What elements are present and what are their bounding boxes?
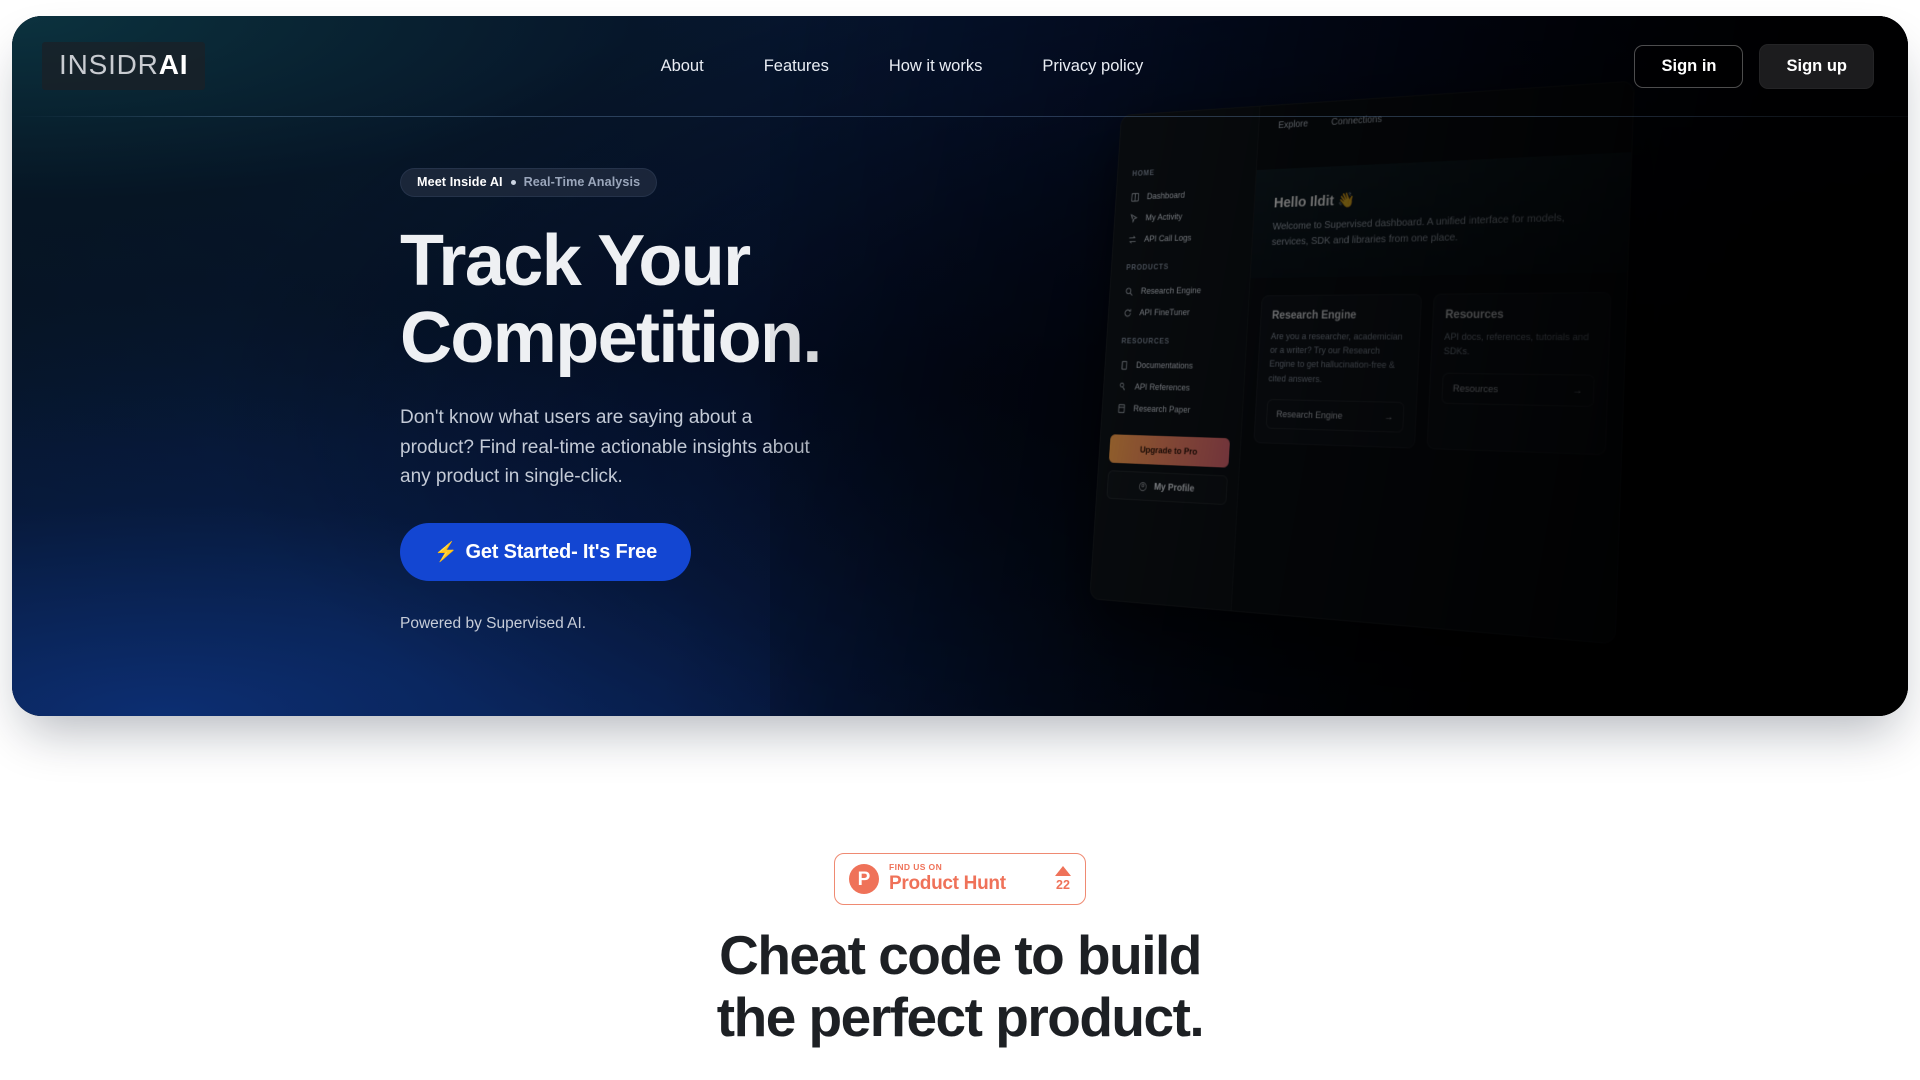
bullet-dot-icon (510, 179, 516, 185)
search-icon (1124, 286, 1134, 296)
nav-link-about[interactable]: About (661, 57, 704, 76)
grid-icon (1130, 192, 1139, 202)
mockup-sidebar: HOME Dashboard My Activity API Call Logs… (1090, 106, 1261, 611)
sidebar-item-label: My Activity (1145, 211, 1183, 224)
transfer-icon (1128, 235, 1137, 245)
sidebar-item-label: Dashboard (1146, 190, 1186, 202)
hero-title-line1: Track Your (400, 221, 751, 301)
mockup-card-title: Resources (1445, 308, 1504, 321)
book-icon (1120, 360, 1130, 370)
nav-link-features[interactable]: Features (764, 57, 829, 76)
product-hunt-name: Product Hunt (889, 872, 1006, 894)
sign-up-button[interactable]: Sign up (1759, 43, 1874, 89)
product-hunt-logo-icon: P (849, 864, 879, 894)
section-heading-line1: Cheat code to build (719, 924, 1202, 986)
refresh-icon (1123, 308, 1133, 318)
sidebar-item-api-call-logs[interactable]: API Call Logs (1113, 225, 1253, 250)
get-started-button-label: Get Started- It's Free (465, 540, 657, 563)
hero-content: Meet Inside AI Real-Time Analysis Track … (400, 168, 1040, 633)
arrow-right-icon: → (1383, 411, 1394, 423)
my-profile-label: My Profile (1153, 481, 1195, 495)
page-title: Track Your Competition. (400, 221, 1040, 379)
sidebar-item-api-finetuner[interactable]: API FineTuner (1108, 301, 1248, 323)
mockup-card-list: Research Engine Are you a researcher, ac… (1241, 272, 1627, 456)
nav-link-how-it-works[interactable]: How it works (889, 57, 983, 76)
powered-by-text: Powered by Supervised AI. (400, 615, 587, 633)
dashboard-mockup: HOME Dashboard My Activity API Call Logs… (1042, 76, 1722, 676)
logo-text-bold: AI (158, 49, 189, 80)
get-started-button[interactable]: ⚡ Get Started- It's Free (400, 523, 691, 582)
mockup-card-body: API docs, references, tutorials and SDKs… (1443, 331, 1590, 357)
mockup-card-title: Research Engine (1271, 308, 1357, 322)
mockup-description: Welcome to Supervised dashboard. A unifi… (1271, 211, 1565, 248)
sign-in-button[interactable]: Sign in (1634, 44, 1744, 88)
upvote-triangle-icon (1055, 866, 1071, 877)
sidebar-group-label-home: HOME (1132, 168, 1155, 178)
arrow-right-icon: → (1572, 384, 1583, 397)
nav-links: About Features How it works Privacy poli… (661, 57, 1144, 76)
tab-explore[interactable]: Explore (1278, 119, 1308, 131)
sidebar-group-label-resources: RESOURCES (1121, 336, 1171, 346)
product-hunt-upvote-count: 22 (1056, 878, 1070, 893)
sidebar-item-research-paper[interactable]: Research Paper (1102, 397, 1243, 423)
hero-section: HOME Dashboard My Activity API Call Logs… (12, 16, 1908, 716)
logo[interactable]: INSIDRAI (42, 42, 206, 90)
hero-title-line2: Competition. (400, 298, 822, 379)
cursor-icon (1129, 213, 1138, 223)
mockup-card-link[interactable]: Resources → (1441, 373, 1595, 408)
hero-badge: Meet Inside AI Real-Time Analysis (400, 168, 658, 197)
sidebar-group-label-products: PRODUCTS (1125, 262, 1170, 272)
sidebar-item-label: API FineTuner (1139, 307, 1190, 319)
sidebar-item-label: Research Paper (1133, 403, 1191, 416)
my-profile-button[interactable]: My Profile (1106, 470, 1228, 506)
sidebar-item-documentations[interactable]: Documentations (1105, 354, 1245, 378)
logo-text-light: INSIDR (59, 49, 159, 80)
user-icon (1138, 481, 1148, 492)
nav-link-privacy-policy[interactable]: Privacy policy (1042, 57, 1143, 76)
sidebar-item-research-engine[interactable]: Research Engine (1110, 279, 1250, 302)
product-hunt-upvote[interactable]: 22 (1047, 866, 1071, 892)
section-heading: Cheat code to build the perfect product. (0, 924, 1920, 1048)
mockup-app-window: HOME Dashboard My Activity API Call Logs… (1089, 80, 1635, 645)
hero-badge-strong: Meet Inside AI (417, 175, 503, 189)
mockup-card-link-label: Resources (1452, 383, 1499, 396)
logo-text: INSIDRAI (59, 51, 188, 79)
product-hunt-badge[interactable]: P FIND US ON Product Hunt 22 (834, 853, 1086, 905)
nav-divider (12, 116, 1908, 117)
mockup-main-panel: Explore Connections Hello Ildit 👋 Welcom… (1231, 81, 1634, 644)
hero-badge-sub: Real-Time Analysis (523, 175, 641, 189)
upgrade-to-pro-button[interactable]: Upgrade to Pro (1108, 434, 1231, 468)
top-navigation-bar: INSIDRAI About Features How it works Pri… (12, 16, 1908, 116)
key-icon (1118, 382, 1128, 393)
sidebar-item-api-references[interactable]: API References (1103, 376, 1244, 401)
mockup-card-link-label: Research Engine (1276, 408, 1343, 422)
file-icon (1117, 403, 1127, 414)
hero-subtitle: Don't know what users are saying about a… (400, 407, 810, 487)
mockup-welcome-banner: Hello Ildit 👋 Welcome to Supervised dash… (1250, 152, 1632, 278)
sidebar-item-label: Documentations (1135, 360, 1194, 372)
sidebar-item-label: API Call Logs (1143, 232, 1192, 245)
mockup-card[interactable]: Research Engine Are you a researcher, ac… (1253, 293, 1423, 449)
nav-actions: Sign in Sign up (1634, 43, 1874, 89)
lightning-bolt-icon: ⚡ (434, 542, 458, 564)
sidebar-item-label: API References (1134, 381, 1191, 394)
product-hunt-eyebrow: FIND US ON (889, 862, 943, 873)
mockup-greeting: Hello Ildit 👋 (1273, 191, 1356, 212)
mockup-card-link[interactable]: Research Engine → (1265, 399, 1405, 433)
product-hunt-text: FIND US ON Product Hunt (889, 863, 1047, 894)
mockup-card[interactable]: Resources API docs, references, tutorial… (1426, 291, 1612, 456)
sidebar-item-label: Research Engine (1140, 285, 1202, 297)
mockup-card-body: Are you a researcher, academician or a w… (1268, 330, 1403, 384)
section-heading-line2: the perfect product. (716, 985, 1205, 1048)
